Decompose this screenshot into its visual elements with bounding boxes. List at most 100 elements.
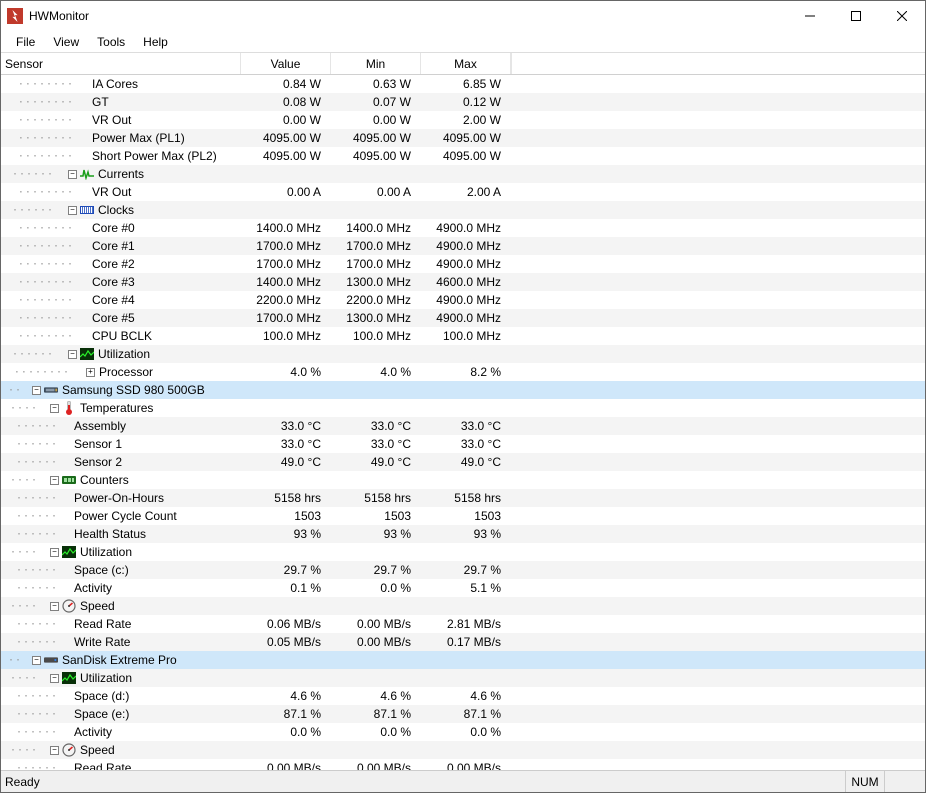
collapse-icon[interactable]: − xyxy=(32,656,41,665)
sensor-row[interactable]: ········Core #01400.0 MHz1400.0 MHz4900.… xyxy=(1,219,925,237)
group-row[interactable]: ····−Utilization xyxy=(1,543,925,561)
collapse-icon[interactable]: − xyxy=(68,170,77,179)
device-row[interactable]: ··−SanDisk Extreme Pro xyxy=(1,651,925,669)
group-row[interactable]: ····−Speed xyxy=(1,597,925,615)
row-label: Write Rate xyxy=(73,635,130,649)
collapse-icon[interactable]: − xyxy=(68,350,77,359)
col-max[interactable]: Max xyxy=(421,53,511,74)
cell-max: 4900.0 MHz xyxy=(421,257,511,271)
sensor-row[interactable]: ········IA Cores0.84 W0.63 W6.85 W xyxy=(1,75,925,93)
menu-tools[interactable]: Tools xyxy=(88,33,134,51)
col-min[interactable]: Min xyxy=(331,53,421,74)
menu-help[interactable]: Help xyxy=(134,33,177,51)
minimize-button[interactable] xyxy=(787,1,833,31)
collapse-icon[interactable]: − xyxy=(50,674,59,683)
sensor-row[interactable]: ······Sensor 249.0 °C49.0 °C49.0 °C xyxy=(1,453,925,471)
sensor-row[interactable]: ······Power Cycle Count150315031503 xyxy=(1,507,925,525)
col-sensor[interactable]: Sensor xyxy=(1,53,241,74)
cell-min: 1300.0 MHz xyxy=(331,275,421,289)
row-label: Assembly xyxy=(73,419,126,433)
cell-max: 87.1 % xyxy=(421,707,511,721)
sensor-row[interactable]: ······Activity0.1 %0.0 %5.1 % xyxy=(1,579,925,597)
row-label: VR Out xyxy=(91,113,131,127)
cell-min: 1700.0 MHz xyxy=(331,257,421,271)
cell-v: 2200.0 MHz xyxy=(241,293,331,307)
cell-min: 5158 hrs xyxy=(331,491,421,505)
group-row[interactable]: ······−Utilization xyxy=(1,345,925,363)
group-row[interactable]: ····−Temperatures xyxy=(1,399,925,417)
row-label: Space (d:) xyxy=(73,689,129,703)
group-row[interactable]: ····−Counters xyxy=(1,471,925,489)
sensor-row[interactable]: ······Sensor 133.0 °C33.0 °C33.0 °C xyxy=(1,435,925,453)
col-value[interactable]: Value xyxy=(241,53,331,74)
row-label: Sensor 1 xyxy=(73,437,122,451)
cell-max: 0.17 MB/s xyxy=(421,635,511,649)
cell-v: 0.06 MB/s xyxy=(241,617,331,631)
sensor-row[interactable]: ········Core #31400.0 MHz1300.0 MHz4600.… xyxy=(1,273,925,291)
sensor-tree[interactable]: ········IA Cores0.84 W0.63 W6.85 W······… xyxy=(1,75,925,770)
sensor-row[interactable]: ······Power-On-Hours5158 hrs5158 hrs5158… xyxy=(1,489,925,507)
collapse-icon[interactable]: − xyxy=(50,548,59,557)
menu-file[interactable]: File xyxy=(7,33,44,51)
sensor-row[interactable]: ······Space (e:)87.1 %87.1 %87.1 % xyxy=(1,705,925,723)
sensor-row[interactable]: ········Core #51700.0 MHz1300.0 MHz4900.… xyxy=(1,309,925,327)
cell-max: 2.00 A xyxy=(421,185,511,199)
sensor-row[interactable]: ······Read Rate0.00 MB/s0.00 MB/s0.00 MB… xyxy=(1,759,925,770)
counters-icon xyxy=(62,473,76,487)
cell-min: 1503 xyxy=(331,509,421,523)
maximize-button[interactable] xyxy=(833,1,879,31)
sensor-row[interactable]: ········Power Max (PL1)4095.00 W4095.00 … xyxy=(1,129,925,147)
cell-max: 5158 hrs xyxy=(421,491,511,505)
sensor-row[interactable]: ······Assembly33.0 °C33.0 °C33.0 °C xyxy=(1,417,925,435)
sensor-row[interactable]: ······Space (d:)4.6 %4.6 %4.6 % xyxy=(1,687,925,705)
sensor-row[interactable]: ········Core #42200.0 MHz2200.0 MHz4900.… xyxy=(1,291,925,309)
cell-max: 4095.00 W xyxy=(421,149,511,163)
device-row[interactable]: ··−Samsung SSD 980 500GB xyxy=(1,381,925,399)
collapse-icon[interactable]: − xyxy=(68,206,77,215)
cell-min: 0.00 W xyxy=(331,113,421,127)
sensor-row[interactable]: ······Read Rate0.06 MB/s0.00 MB/s2.81 MB… xyxy=(1,615,925,633)
cell-v: 100.0 MHz xyxy=(241,329,331,343)
utilization-icon xyxy=(80,347,94,361)
row-label: Core #5 xyxy=(91,311,135,325)
row-label: GT xyxy=(91,95,109,109)
row-label: Samsung SSD 980 500GB xyxy=(61,383,205,397)
cell-v: 29.7 % xyxy=(241,563,331,577)
row-label: Clocks xyxy=(97,203,134,217)
sensor-row[interactable]: ······Space (c:)29.7 %29.7 %29.7 % xyxy=(1,561,925,579)
row-label: Core #4 xyxy=(91,293,135,307)
collapse-icon[interactable]: − xyxy=(50,746,59,755)
sensor-row[interactable]: ········CPU BCLK100.0 MHz100.0 MHz100.0 … xyxy=(1,327,925,345)
sensor-row[interactable]: ········Core #11700.0 MHz1700.0 MHz4900.… xyxy=(1,237,925,255)
cell-max: 4900.0 MHz xyxy=(421,311,511,325)
cell-v: 5158 hrs xyxy=(241,491,331,505)
cell-max: 4900.0 MHz xyxy=(421,293,511,307)
expand-icon[interactable]: + xyxy=(86,368,95,377)
sensor-row[interactable]: ········VR Out0.00 A0.00 A2.00 A xyxy=(1,183,925,201)
close-button[interactable] xyxy=(879,1,925,31)
sensor-row[interactable]: ······Health Status93 %93 %93 % xyxy=(1,525,925,543)
cell-max: 6.85 W xyxy=(421,77,511,91)
sensor-row[interactable]: ········Short Power Max (PL2)4095.00 W40… xyxy=(1,147,925,165)
sensor-row[interactable]: ······Activity0.0 %0.0 %0.0 % xyxy=(1,723,925,741)
gauge-icon xyxy=(62,743,76,757)
cell-max: 0.12 W xyxy=(421,95,511,109)
group-row[interactable]: ····−Utilization xyxy=(1,669,925,687)
row-label: Utilization xyxy=(79,671,132,685)
collapse-icon[interactable]: − xyxy=(32,386,41,395)
sensor-row[interactable]: ········Core #21700.0 MHz1700.0 MHz4900.… xyxy=(1,255,925,273)
collapse-icon[interactable]: − xyxy=(50,476,59,485)
group-row[interactable]: ····−Speed xyxy=(1,741,925,759)
menu-view[interactable]: View xyxy=(44,33,88,51)
sensor-row[interactable]: ········VR Out0.00 W0.00 W2.00 W xyxy=(1,111,925,129)
group-row[interactable]: ······−Currents xyxy=(1,165,925,183)
sensor-row[interactable]: ········GT0.08 W0.07 W0.12 W xyxy=(1,93,925,111)
group-row[interactable]: ······−Clocks xyxy=(1,201,925,219)
cell-v: 0.00 A xyxy=(241,185,331,199)
cell-max: 29.7 % xyxy=(421,563,511,577)
collapse-icon[interactable]: − xyxy=(50,602,59,611)
sensor-row[interactable]: ······Write Rate0.05 MB/s0.00 MB/s0.17 M… xyxy=(1,633,925,651)
collapse-icon[interactable]: − xyxy=(50,404,59,413)
sensor-row[interactable]: ········+Processor4.0 %4.0 %8.2 % xyxy=(1,363,925,381)
cell-max: 8.2 % xyxy=(421,365,511,379)
